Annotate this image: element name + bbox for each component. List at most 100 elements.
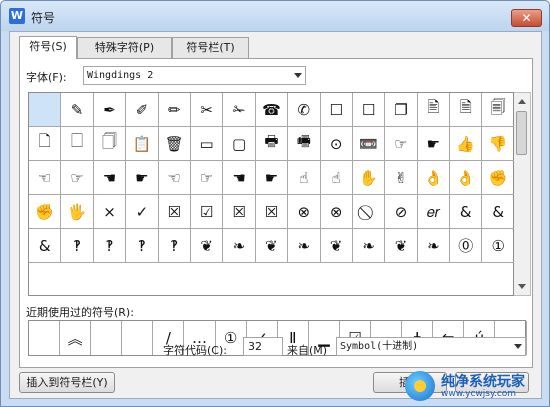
symbol-cell[interactable]: 🗌: [61, 127, 94, 161]
symbol-cell[interactable]: ✏: [158, 93, 191, 127]
symbol-grid-scrollbar[interactable]: [514, 92, 531, 296]
symbol-cell[interactable]: 📋: [126, 127, 159, 161]
symbol-cell[interactable]: ❧: [288, 229, 321, 263]
watermark-url: www.ycwjsy.com: [441, 389, 517, 399]
insert-to-symbol-bar-button[interactable]: 插入到符号栏(Y): [19, 372, 115, 393]
watermark: 纯净系统玩家 www.ycwjsy.com: [397, 369, 547, 403]
symbol-cell[interactable]: ✁: [223, 93, 256, 127]
symbol-cell[interactable]: 👌: [450, 161, 483, 195]
symbol-cell[interactable]: ‽: [93, 229, 127, 263]
symbol-cell[interactable]: ☐: [352, 93, 386, 127]
symbol-cell[interactable]: &: [450, 195, 483, 229]
tab-symbols[interactable]: 符号(S): [19, 36, 77, 59]
symbol-cell[interactable]: 🖐: [61, 195, 94, 229]
symbol-cell[interactable]: ✊: [29, 195, 62, 229]
symbol-cell[interactable]: ✂: [190, 93, 224, 127]
symbol-cell[interactable]: ⊗: [320, 195, 353, 229]
symbol-cell[interactable]: ✋: [352, 161, 386, 195]
symbol-cell[interactable]: ✊: [482, 161, 515, 195]
symbol-cell[interactable]: ☝: [288, 161, 321, 195]
symbol-cell[interactable]: ☑: [190, 195, 224, 229]
char-code-label: 字符代码(C):: [163, 344, 227, 357]
symbol-cell[interactable]: ❦: [190, 229, 224, 263]
symbol-cell[interactable]: ☜: [29, 161, 62, 195]
scroll-up-icon[interactable]: [518, 99, 526, 104]
symbol-cell[interactable]: ☚: [223, 161, 256, 195]
symbol-cell[interactable]: ⊘: [385, 195, 418, 229]
encoding-select[interactable]: Symbol(十进制): [336, 337, 526, 356]
symbol-cell[interactable]: ☛: [255, 161, 289, 195]
symbol-cell[interactable]: 🖹: [417, 93, 451, 127]
symbol-cell[interactable]: ❦: [255, 229, 289, 263]
symbol-cell[interactable]: ▭: [190, 127, 224, 161]
symbol-cell[interactable]: ‽: [126, 229, 159, 263]
recent-symbol-cell[interactable]: ︽: [60, 321, 92, 355]
symbol-cell[interactable]: ☐: [320, 93, 353, 127]
symbol-cell[interactable]: ❧: [352, 229, 386, 263]
symbol-cell[interactable]: ☒: [255, 195, 289, 229]
recent-symbol-cell[interactable]: [91, 321, 123, 355]
symbol-cell[interactable]: ✒: [93, 93, 127, 127]
recent-symbol-cell[interactable]: [29, 321, 61, 355]
font-select-value: Wingdings 2: [87, 70, 154, 81]
symbol-cell[interactable]: ✆: [288, 93, 321, 127]
symbol-cell[interactable]: 🗋: [29, 127, 62, 161]
symbol-cell[interactable]: ❦: [385, 229, 418, 263]
symbol-cell[interactable]: 👍: [450, 127, 483, 161]
recent-symbol-cell[interactable]: [122, 321, 154, 355]
symbol-cell[interactable]: ⓪: [450, 229, 483, 263]
symbol-cell[interactable]: 👌: [417, 161, 451, 195]
symbol-cell[interactable]: ‽: [61, 229, 94, 263]
symbol-cell[interactable]: ❐: [385, 93, 418, 127]
symbol-cell[interactable]: ✓: [126, 195, 159, 229]
chevron-down-icon: [514, 344, 522, 349]
symbol-cell[interactable]: 🗑: [158, 127, 191, 161]
symbol-cell[interactable]: &: [482, 195, 515, 229]
symbol-cell[interactable]: 𝑒𝑟: [417, 195, 451, 229]
symbol-cell[interactable]: 🗍: [93, 127, 127, 161]
symbol-cell[interactable]: ☚: [93, 161, 127, 195]
symbol-cell[interactable]: &: [29, 229, 62, 263]
symbol-cell[interactable]: [29, 93, 62, 127]
symbol-cell[interactable]: 👎: [482, 127, 515, 161]
symbol-cell[interactable]: ✌: [385, 161, 418, 195]
dialog-body: 符号(S) 特殊字符(P) 符号栏(T) 字体(F): Wingdings 2 …: [9, 31, 542, 399]
symbol-cell[interactable]: ✐: [126, 93, 159, 127]
symbol-cell[interactable]: ☜: [158, 161, 191, 195]
symbol-cell[interactable]: ☎: [255, 93, 289, 127]
tab-symbol-bar[interactable]: 符号栏(T): [172, 37, 249, 58]
watermark-logo-icon: [405, 371, 435, 401]
symbol-cell[interactable]: 🗎: [450, 93, 483, 127]
symbol-cell[interactable]: ☞: [385, 127, 418, 161]
scroll-down-icon[interactable]: [518, 284, 526, 289]
tab-special-characters[interactable]: 特殊字符(P): [77, 37, 172, 58]
symbol-cell[interactable]: ☒: [223, 195, 256, 229]
symbol-cell[interactable]: ⊙: [320, 127, 353, 161]
scroll-thumb[interactable]: [516, 111, 527, 155]
char-code-input[interactable]: 32: [243, 337, 283, 356]
font-select[interactable]: Wingdings 2: [83, 66, 306, 85]
symbol-cell[interactable]: ×: [93, 195, 127, 229]
symbol-cell[interactable]: ❧: [417, 229, 451, 263]
symbol-cell[interactable]: ☒: [158, 195, 191, 229]
symbol-cell[interactable]: ☞: [190, 161, 224, 195]
symbol-cell[interactable]: 🖷: [288, 127, 321, 161]
symbol-cell[interactable]: ⊗: [288, 195, 321, 229]
symbol-cell[interactable]: ❦: [320, 229, 353, 263]
symbol-cell[interactable]: ▢: [223, 127, 256, 161]
symbol-cell[interactable]: ❧: [223, 229, 256, 263]
symbol-cell[interactable]: 🖶: [255, 127, 289, 161]
watermark-title: 纯净系统玩家: [441, 374, 525, 390]
title-bar: W 符号 ✕: [1, 1, 549, 31]
symbol-cell[interactable]: ①: [482, 229, 515, 263]
symbol-cell[interactable]: ‽: [158, 229, 191, 263]
symbol-cell[interactable]: ☛: [126, 161, 159, 195]
symbol-cell[interactable]: 📼: [352, 127, 386, 161]
symbol-cell[interactable]: ☝: [320, 161, 353, 195]
symbol-cell[interactable]: 🗐: [482, 93, 515, 127]
close-button[interactable]: ✕: [511, 9, 542, 27]
symbol-cell[interactable]: ⃠: [352, 195, 386, 229]
symbol-cell[interactable]: ☞: [61, 161, 94, 195]
symbol-cell[interactable]: ✎: [61, 93, 94, 127]
symbol-cell[interactable]: ☛: [417, 127, 451, 161]
